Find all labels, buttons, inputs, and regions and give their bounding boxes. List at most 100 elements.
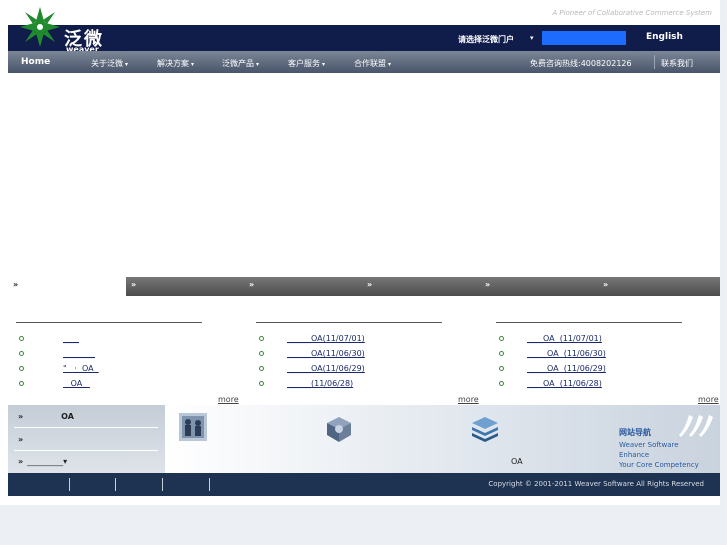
footer-link-divider: [115, 478, 116, 491]
nav-item-label: 关于泛微: [91, 59, 123, 68]
nav-item-alliance[interactable]: 合作联盟 ▾: [354, 58, 391, 69]
bullet-icon: [19, 351, 24, 356]
chevron-down-icon: ▾: [256, 61, 260, 68]
quick-link-2[interactable]: »: [18, 435, 23, 444]
people-icon[interactable]: [179, 413, 207, 441]
sitenav-line: Your Core Competency: [619, 461, 699, 469]
news-link[interactable]: ______(11/06/28): [287, 379, 353, 388]
double-arrow-icon: »: [18, 435, 24, 444]
logo[interactable]: 泛微 weaver: [16, 5, 112, 54]
nav-item-label: 解决方案: [157, 59, 189, 68]
search-input[interactable]: [542, 31, 626, 45]
nav-item-label: 客户服务: [288, 59, 320, 68]
news-link[interactable]: _____OA (11/06/29): [527, 364, 606, 373]
cube-icon[interactable]: [325, 415, 353, 443]
nav-divider: [654, 55, 655, 69]
chevron-down-icon: ▾: [388, 61, 392, 68]
footer: Copyright © 2001-2011 Weaver Software Al…: [8, 473, 720, 496]
double-arrow-icon: »: [485, 280, 491, 289]
list-item: ______OA(11/06/30): [256, 349, 496, 361]
list-item: _____OA (11/06/30): [496, 349, 727, 361]
sitenav-line: Weaver Software: [619, 441, 679, 449]
tab-2[interactable]: »: [126, 277, 244, 296]
bullet-icon: [19, 336, 24, 341]
list-item: ____: [16, 334, 256, 346]
tab-6[interactable]: »: [598, 277, 720, 296]
copyright-text: Copyright © 2001-2011 Weaver Software Al…: [488, 480, 704, 488]
sitenav-tagline: Weaver Software Enhance Your Core Compet…: [619, 440, 715, 470]
stack-icon[interactable]: [471, 415, 499, 443]
news-link[interactable]: ____OA (11/06/28): [527, 379, 602, 388]
footer-link-divider: [69, 478, 70, 491]
bullet-icon: [499, 351, 504, 356]
bullet-icon: [499, 381, 504, 386]
double-arrow-icon: »: [18, 457, 24, 466]
nav-item-service[interactable]: 客户服务 ▾: [288, 58, 325, 69]
double-arrow-icon: »: [131, 280, 137, 289]
english-link[interactable]: English: [646, 32, 683, 42]
site-navigation[interactable]: 网站导航 Weaver Software Enhance Your Core C…: [619, 427, 715, 470]
chevron-down-icon: ▾: [322, 61, 326, 68]
news-link[interactable]: OA: [63, 379, 90, 388]
nav-item-label: 泛微产品: [222, 59, 254, 68]
bullet-icon: [499, 336, 504, 341]
nav-item-products[interactable]: 泛微产品 ▾: [222, 58, 259, 69]
more-link[interactable]: more: [458, 395, 479, 404]
tab-1[interactable]: »: [8, 277, 126, 296]
hotline-text: 免费咨询热线:4008202126: [530, 59, 632, 68]
weaver-logo-icon: [20, 7, 60, 47]
main-nav: Home 关于泛微 ▾ 解决方案 ▾ 泛微产品 ▾ 客户服务 ▾ 合作联盟 ▾ 免费咨询热…: [8, 51, 720, 73]
banner-area: [8, 73, 720, 277]
news-link[interactable]: ____OA (11/07/01): [527, 334, 602, 343]
bullet-icon: [259, 366, 264, 371]
list-item: ______(11/06/28): [256, 379, 496, 391]
nav-item-about[interactable]: 关于泛微 ▾: [91, 58, 128, 69]
double-arrow-icon: »: [18, 412, 24, 421]
double-arrow-icon: »: [367, 280, 373, 289]
nav-item-label: 合作联盟: [354, 59, 386, 68]
column-rule: [16, 322, 202, 323]
more-link[interactable]: more: [218, 395, 239, 404]
tab-4[interactable]: »: [362, 277, 480, 296]
news-link[interactable]: _____OA (11/06/30): [527, 349, 606, 358]
nav-home[interactable]: Home: [21, 57, 50, 67]
bullet-icon: [259, 381, 264, 386]
double-arrow-icon: »: [249, 280, 255, 289]
slogan: A Pioneer of Collaborative Commerce Syst…: [552, 9, 712, 17]
contact-link[interactable]: 联系我们: [661, 58, 693, 69]
bullet-icon: [19, 366, 24, 371]
list-item: ____OA (11/06/28): [496, 379, 727, 391]
double-arrow-icon: »: [603, 280, 609, 289]
list-item: _____OA (11/06/29): [496, 364, 727, 376]
list-item: ____OA (11/07/01): [496, 334, 727, 346]
bullet-icon: [19, 381, 24, 386]
list-item: ________: [16, 349, 256, 361]
news-link[interactable]: ______OA(11/07/01): [287, 334, 365, 343]
chevron-down-icon[interactable]: ▾: [530, 34, 534, 42]
nav-item-solutions[interactable]: 解决方案 ▾: [157, 58, 194, 69]
product-showcase: OA 网站导航 Weaver Software Enhance Your Cor…: [165, 405, 720, 473]
page: A Pioneer of Collaborative Commerce Syst…: [0, 0, 720, 505]
list-item: ______OA(11/07/01): [256, 334, 496, 346]
quick-link-select-value: _________▾: [27, 457, 68, 466]
news-link[interactable]: ______OA(11/06/29): [287, 364, 365, 373]
footer-link-divider: [209, 478, 210, 491]
tab-3[interactable]: »: [244, 277, 362, 296]
quick-links-panel: » OA » » _________▾: [8, 405, 165, 473]
quick-link-label: OA: [61, 412, 74, 421]
news-link[interactable]: ______OA(11/06/30): [287, 349, 365, 358]
portal-select-label[interactable]: 请选择泛微门户: [458, 34, 514, 45]
news-link[interactable]: " · OA: [63, 364, 99, 373]
sitenav-line: Enhance: [619, 451, 650, 459]
divider: [14, 450, 158, 451]
header-bar: 请选择泛微门户 ▾ English: [8, 25, 720, 51]
tab-bar: » » » » » »: [8, 277, 720, 296]
column-rule: [496, 322, 682, 323]
news-link[interactable]: ________: [63, 349, 95, 358]
more-link[interactable]: more: [698, 395, 719, 404]
quick-link-oa[interactable]: » OA: [18, 412, 74, 421]
tab-5[interactable]: »: [480, 277, 598, 296]
quick-link-select[interactable]: » _________▾: [18, 457, 67, 466]
oa-label: OA: [511, 457, 523, 466]
news-link[interactable]: ____: [63, 334, 79, 343]
